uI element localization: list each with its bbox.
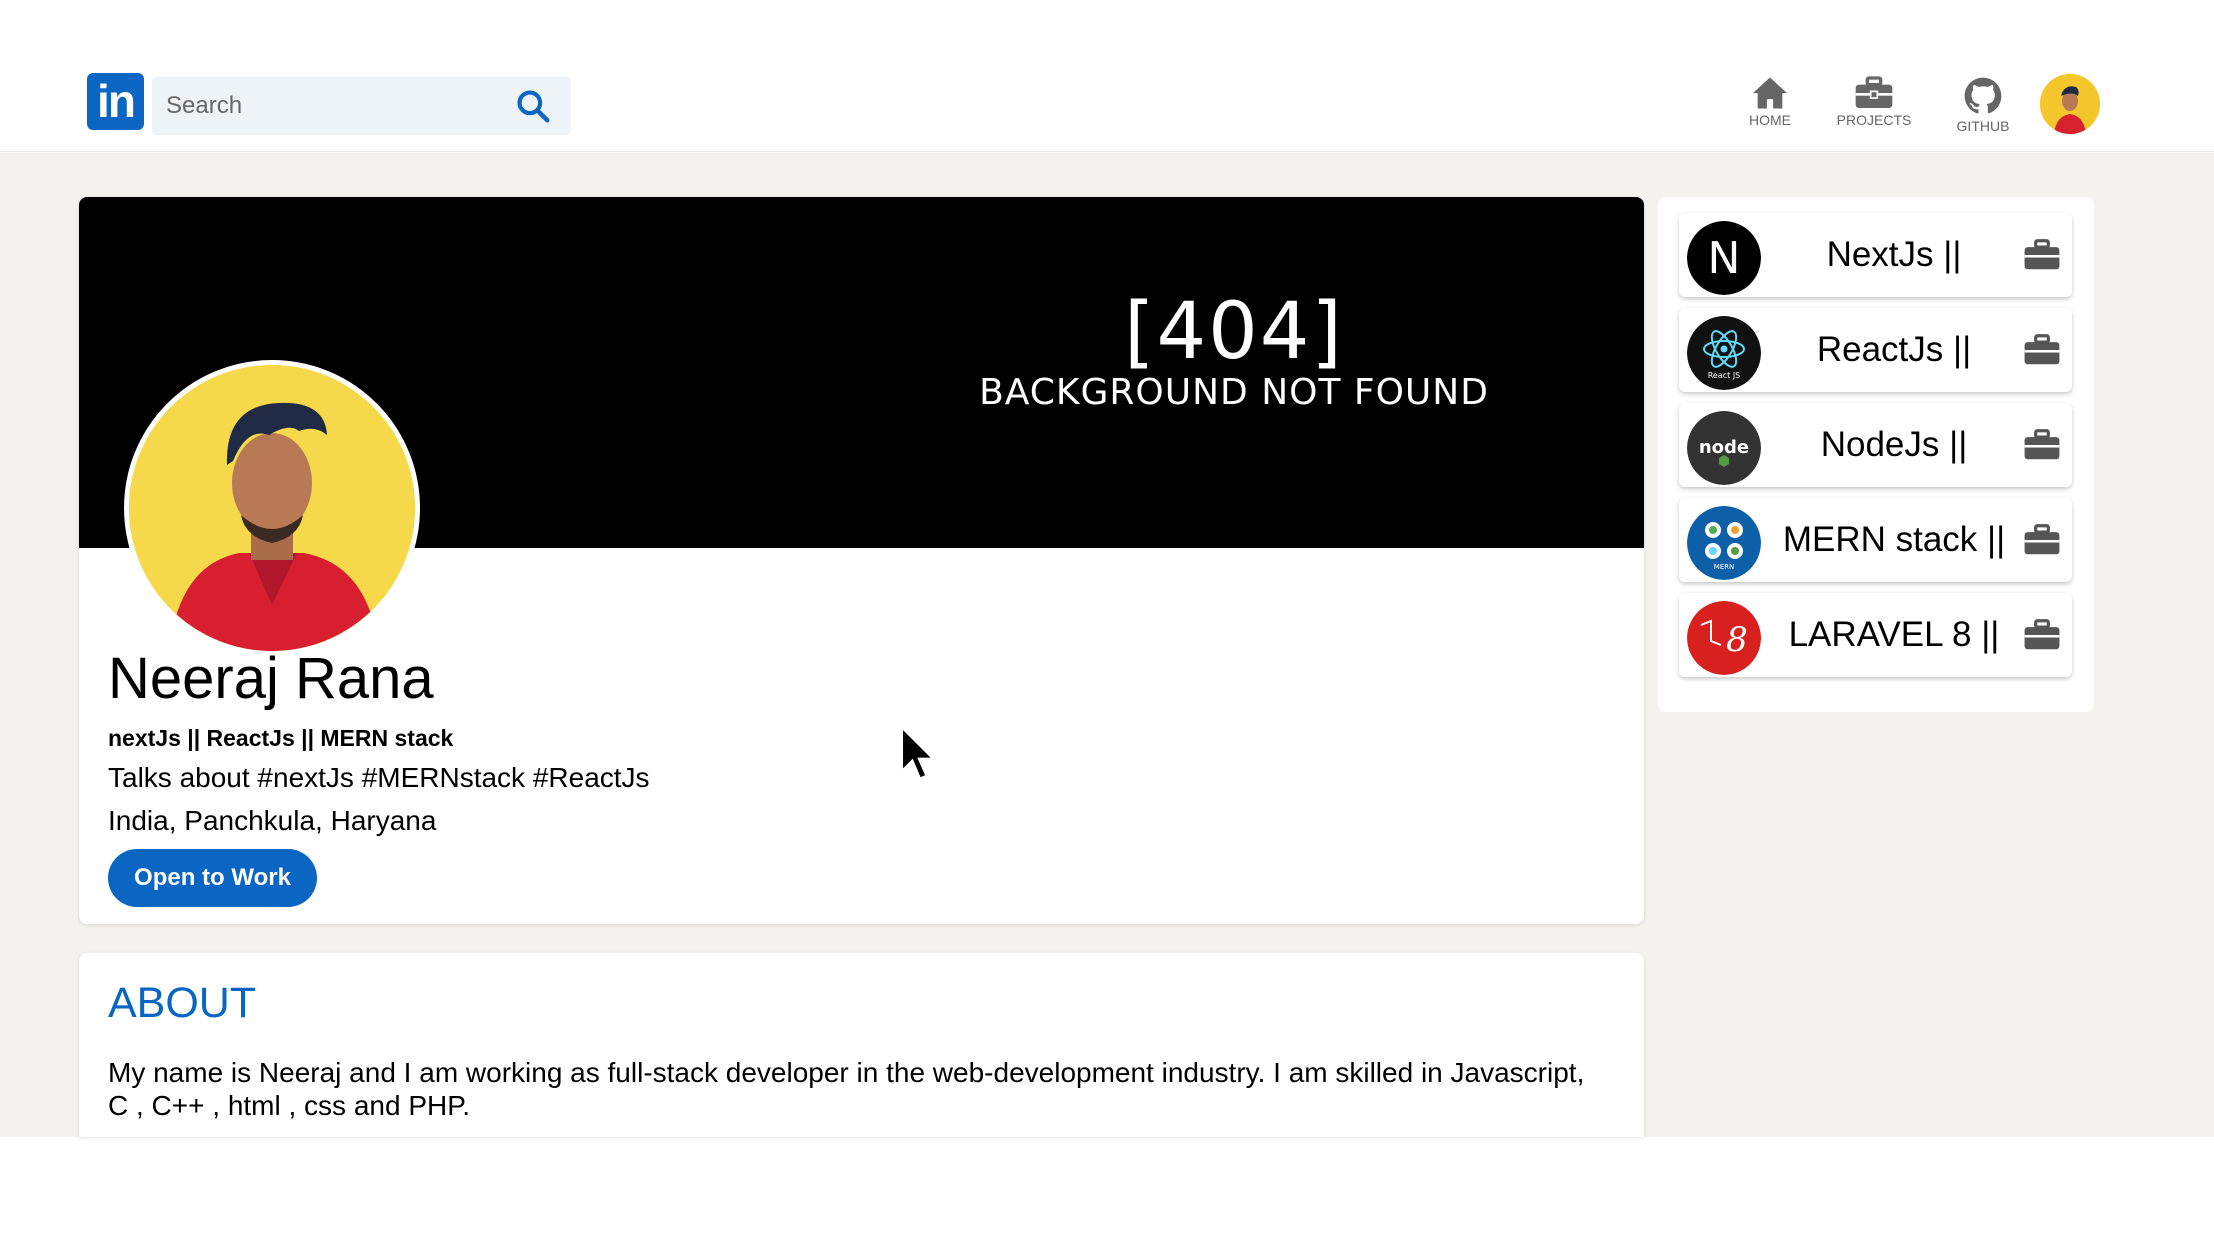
nav-home[interactable]: HOME bbox=[1738, 76, 1802, 128]
briefcase-icon[interactable] bbox=[2023, 239, 2061, 271]
skill-item-nextjs[interactable]: N NextJs || bbox=[1679, 213, 2072, 297]
search-input[interactable] bbox=[166, 77, 506, 135]
about-card: ABOUT My name is Neeraj and I am working… bbox=[79, 953, 1644, 1137]
search-icon[interactable] bbox=[514, 87, 552, 125]
mouse-cursor-icon bbox=[900, 725, 937, 781]
nextjs-logo-icon: N bbox=[1687, 221, 1761, 295]
profile-talks-about: Talks about #nextJs #MERNstack #ReactJs bbox=[108, 762, 650, 793]
open-to-work-button[interactable]: Open to Work bbox=[108, 849, 317, 907]
about-title: ABOUT bbox=[108, 979, 257, 1027]
skill-item-mern[interactable]: MERN MERN stack || bbox=[1679, 498, 2072, 582]
nav-home-label: HOME bbox=[1749, 112, 1791, 128]
skill-label: LARAVEL 8 || bbox=[1788, 615, 2000, 654]
react-logo-caption: React JS bbox=[1708, 371, 1741, 380]
skill-item-nodejs[interactable]: node NodeJs || bbox=[1679, 403, 2072, 487]
briefcase-icon[interactable] bbox=[2023, 524, 2061, 556]
react-logo-icon: React JS bbox=[1687, 316, 1761, 390]
profile-name: Neeraj Rana bbox=[108, 646, 434, 711]
skill-item-laravel[interactable]: 8 LARAVEL 8 || bbox=[1679, 593, 2072, 677]
skill-label: MERN stack || bbox=[1782, 520, 2006, 559]
briefcase-icon[interactable] bbox=[2023, 619, 2061, 651]
banner-message: BACKGROUND NOT FOUND bbox=[979, 372, 1489, 413]
nav-projects[interactable]: PROJECTS bbox=[1828, 76, 1920, 128]
skills-sidebar: N NextJs || React JS ReactJs || node Nod… bbox=[1658, 197, 2094, 712]
profile-card: [404] BACKGROUND NOT FOUND Neeraj Rana n… bbox=[79, 197, 1644, 924]
mern-logo-icon: MERN bbox=[1687, 506, 1761, 580]
node-logo-icon: node bbox=[1687, 411, 1761, 485]
mern-logo-caption: MERN bbox=[1714, 563, 1735, 571]
avatar-portrait-icon bbox=[2040, 74, 2100, 134]
skill-label: ReactJs || bbox=[1816, 330, 1972, 369]
linkedin-logo-icon[interactable]: in bbox=[87, 73, 144, 130]
skill-label: NodeJs || bbox=[1820, 425, 1968, 464]
about-text: My name is Neeraj and I am working as fu… bbox=[108, 1057, 1585, 1121]
nav-projects-label: PROJECTS bbox=[1836, 112, 1912, 128]
laravel-logo-icon: 8 bbox=[1687, 601, 1761, 675]
nav-github[interactable]: GITHUB bbox=[1948, 76, 2018, 134]
banner-code: [404] bbox=[1124, 287, 1344, 377]
briefcase-icon bbox=[1855, 76, 1893, 108]
briefcase-icon[interactable] bbox=[2023, 429, 2061, 461]
profile-portrait-icon bbox=[129, 365, 415, 651]
nextjs-logo-letter: N bbox=[1708, 233, 1741, 284]
nav-github-label: GITHUB bbox=[1956, 118, 2010, 134]
laravel-logo-number: 8 bbox=[1726, 620, 1748, 660]
github-icon bbox=[1964, 77, 2002, 114]
skill-label: NextJs || bbox=[1826, 235, 1962, 274]
node-logo-text: node bbox=[1699, 437, 1749, 458]
search-box[interactable] bbox=[152, 77, 571, 135]
briefcase-icon[interactable] bbox=[2023, 334, 2061, 366]
home-icon bbox=[1753, 77, 1787, 109]
skill-item-reactjs[interactable]: React JS ReactJs || bbox=[1679, 308, 2072, 392]
profile-photo[interactable] bbox=[124, 360, 420, 656]
top-nav-bar: in HOME PROJECTS GITHUB bbox=[0, 0, 2214, 152]
user-avatar[interactable] bbox=[2040, 74, 2100, 134]
profile-headline: nextJs || ReactJs || MERN stack bbox=[108, 725, 454, 751]
profile-location: India, Panchkula, Haryana bbox=[108, 805, 437, 836]
